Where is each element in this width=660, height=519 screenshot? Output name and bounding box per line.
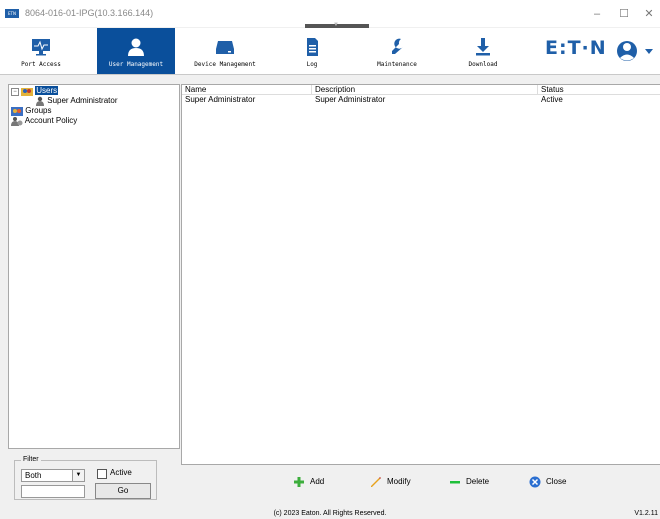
modify-button[interactable]: Modify	[370, 476, 411, 488]
title-bar: ETN 8064-016-01-IPG(10.3.166.144) – ☐ ✕	[0, 0, 660, 27]
delete-button[interactable]: Delete	[449, 476, 489, 488]
chevron-down-icon	[645, 49, 653, 54]
users-folder-icon	[21, 88, 33, 96]
filter-text-input[interactable]	[21, 485, 85, 498]
chevron-down-icon: ▼	[72, 470, 84, 481]
tree-item-account-policy[interactable]: Account Policy	[11, 116, 77, 126]
close-button[interactable]: Close	[529, 476, 566, 488]
user-tree[interactable]: − Users Super Administrator Groups Accou…	[8, 84, 180, 449]
copyright-text: (c) 2023 Eaton. All Rights Reserved.	[273, 510, 387, 517]
select-value: Both	[25, 471, 42, 480]
user-icon	[128, 38, 144, 56]
column-header-status[interactable]: Status	[538, 85, 660, 95]
monitor-icon	[32, 39, 50, 56]
account-policy-icon	[11, 117, 23, 126]
minimize-button[interactable]: –	[586, 4, 608, 24]
document-icon	[307, 38, 318, 56]
users-table: Name Description Status Super Administra…	[181, 84, 660, 465]
tab-user-management[interactable]: User Management	[97, 28, 175, 74]
wrench-icon	[392, 38, 403, 54]
add-button[interactable]: Add	[293, 476, 324, 488]
close-window-button[interactable]: ✕	[638, 4, 660, 24]
tab-label: Download	[468, 61, 498, 68]
tab-port-access[interactable]: Port Access	[2, 28, 80, 74]
tab-label: Log	[306, 61, 318, 68]
tree-item-label: Account Policy	[24, 116, 78, 126]
filter-legend: Filter	[21, 456, 41, 463]
maximize-button[interactable]: ☐	[613, 4, 635, 24]
tab-label: Device Management	[194, 61, 256, 68]
pencil-icon	[371, 477, 381, 487]
app-icon: ETN	[5, 9, 19, 18]
tab-log[interactable]: Log	[273, 28, 351, 74]
tab-label: User Management	[108, 61, 164, 68]
tab-label: Port Access	[21, 61, 61, 68]
cell-description: Super Administrator	[315, 95, 386, 104]
active-checkbox-label: Active	[110, 468, 132, 477]
tree-item-users[interactable]: Users	[21, 86, 59, 96]
tab-maintenance[interactable]: Maintenance	[358, 28, 436, 74]
close-label: Close	[546, 477, 567, 487]
column-header-name[interactable]: Name	[182, 85, 312, 95]
plus-icon	[294, 477, 304, 487]
tree-item-super-administrator[interactable]: Super Administrator	[35, 96, 118, 106]
active-checkbox[interactable]	[97, 469, 107, 479]
cell-name: Super Administrator	[185, 95, 256, 104]
window-title: 8064-016-01-IPG(10.3.166.144)	[25, 8, 154, 18]
tree-item-label: Groups	[25, 106, 52, 116]
admin-user-icon	[36, 96, 44, 106]
groups-icon	[11, 107, 23, 116]
device-icon	[216, 41, 234, 54]
tab-label: Maintenance	[377, 61, 417, 68]
cell-status: Active	[541, 95, 563, 104]
column-header-description[interactable]: Description	[312, 85, 538, 95]
download-icon	[476, 38, 490, 56]
eaton-logo: E:T·N	[545, 37, 607, 59]
close-icon	[529, 476, 541, 488]
tree-item-label: Super Administrator	[47, 96, 118, 106]
minus-icon	[450, 481, 460, 484]
tree-item-groups[interactable]: Groups	[11, 106, 51, 116]
filter-type-select[interactable]: Both ▼	[21, 469, 85, 482]
collapse-toggle[interactable]: −	[11, 88, 19, 96]
tab-device-management[interactable]: Device Management	[186, 28, 264, 74]
status-bar: (c) 2023 Eaton. All Rights Reserved. V1.…	[0, 509, 660, 519]
tree-item-label: Users	[35, 86, 59, 96]
filter-group: Filter Both ▼ Active Go	[14, 456, 157, 500]
delete-label: Delete	[466, 477, 490, 487]
tab-download[interactable]: Download	[444, 28, 522, 74]
modify-label: Modify	[387, 477, 411, 487]
main-toolbar: Port Access User Management Device Manag…	[0, 28, 660, 75]
account-menu-button[interactable]	[615, 36, 657, 66]
account-icon	[617, 41, 653, 61]
add-label: Add	[310, 477, 325, 487]
version-text: V1.2.11	[634, 510, 658, 517]
go-button[interactable]: Go	[95, 483, 151, 499]
